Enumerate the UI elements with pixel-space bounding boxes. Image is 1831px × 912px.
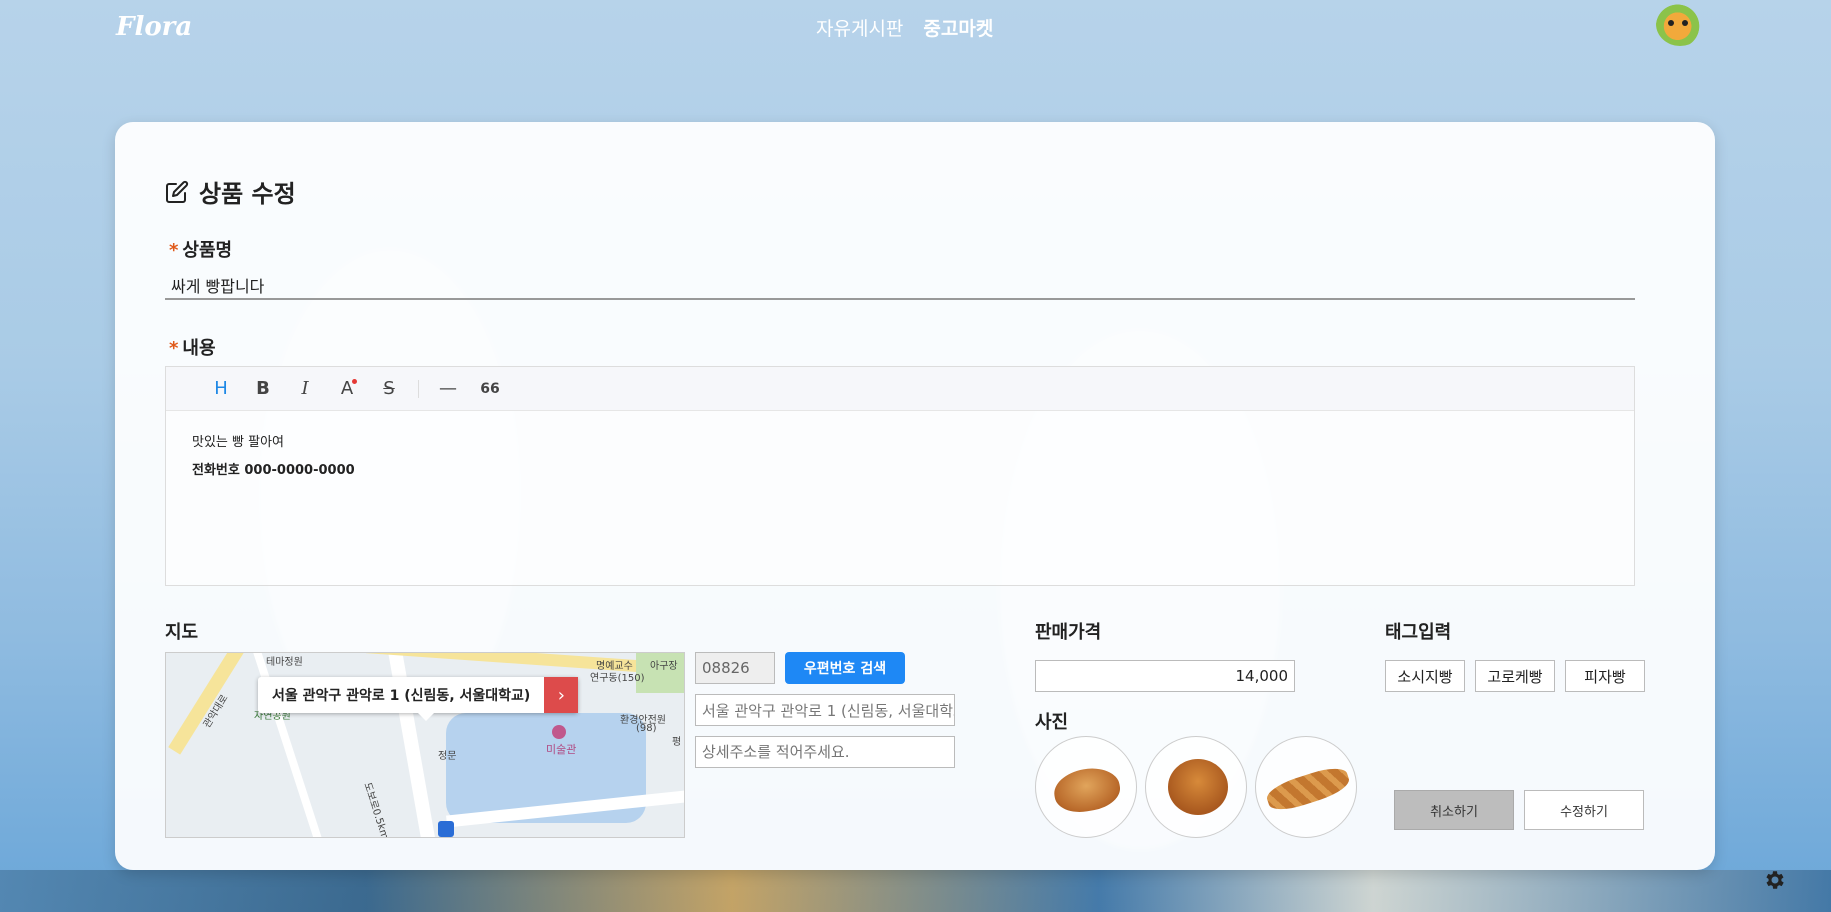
content-line: 맛있는 빵 팔아여 [192, 435, 284, 450]
chevron-right-icon[interactable]: › [544, 677, 579, 713]
main-nav: 자유게시판 중고마켓 [816, 14, 993, 41]
background-photo-strip [0, 870, 1831, 912]
postcode-search-button[interactable]: 우편번호 검색 [785, 652, 905, 684]
postcode-input[interactable] [695, 652, 775, 684]
detail-address-input[interactable] [695, 736, 955, 768]
bread-image [1168, 759, 1228, 815]
product-name-input[interactable] [165, 272, 1635, 300]
price-label: 판매가격 [1035, 622, 1102, 643]
map-place: 평 [672, 737, 682, 748]
horizontal-rule-button[interactable]: — [427, 374, 469, 404]
edit-icon [166, 180, 189, 203]
photo-thumbnail[interactable] [1255, 736, 1357, 838]
nav-item-used-market[interactable]: 중고마켓 [923, 14, 993, 41]
price-input[interactable] [1035, 660, 1295, 692]
font-color-button[interactable]: A [326, 374, 368, 404]
content-label-text: 내용 [182, 338, 216, 359]
user-avatar[interactable] [1656, 2, 1704, 46]
photo-label: 사진 [1035, 712, 1069, 733]
map-place: 테마정원 [266, 657, 303, 668]
tag-input[interactable] [1475, 660, 1555, 692]
blockquote-button[interactable]: 66 [469, 374, 511, 404]
app-logo[interactable]: Flora [116, 12, 192, 42]
heading-button[interactable]: H [200, 374, 242, 404]
strikethrough-button[interactable]: S [368, 374, 410, 404]
gear-icon[interactable] [1762, 868, 1786, 892]
map-place: 연구동(150) [590, 673, 645, 684]
submit-edit-button[interactable]: 수정하기 [1524, 790, 1644, 830]
map-place: 정문 [438, 751, 457, 762]
photo-thumbnail[interactable] [1145, 736, 1247, 838]
tag-list [1385, 660, 1645, 692]
map-address-popup: 서울 관악구 관악로 1 (신림동, 서울대학교) › [258, 677, 579, 721]
tag-input[interactable] [1565, 660, 1645, 692]
map-popup-address: 서울 관악구 관악로 1 (신림동, 서울대학교) [272, 688, 531, 704]
page-title: 상품 수정 [199, 180, 296, 208]
editor-content[interactable]: 맛있는 빵 팔아여 전화번호 000-0000-0000 [166, 411, 1634, 503]
map-place: (98) [636, 723, 657, 734]
content-line: 전화번호 000-0000-0000 [192, 463, 355, 478]
tag-input[interactable] [1385, 660, 1465, 692]
page-title-row: 상품 수정 [165, 174, 296, 209]
required-mark: * [169, 338, 179, 359]
map-place-pin-icon [552, 725, 566, 739]
bus-stop-icon [438, 821, 454, 837]
editor-toolbar: H B I A S — 66 [166, 367, 1634, 411]
tags-label: 태그입력 [1385, 622, 1452, 643]
toolbar-divider [418, 379, 419, 398]
map-place: 아구장 [650, 661, 678, 672]
map-view[interactable]: 테마정원 관악대로 명예교수 연구동(150) 아구장 환경안전원 (98) 미… [165, 652, 685, 838]
bread-image [1263, 762, 1353, 816]
content-label: * 내용 [169, 334, 216, 360]
bold-button[interactable]: B [242, 374, 284, 404]
top-navigation-bar: Flora 자유게시판 중고마켓 [0, 0, 1831, 56]
map-place: 미술관 [546, 743, 577, 756]
map-road [168, 653, 244, 755]
photo-thumbnail[interactable] [1035, 736, 1137, 838]
edit-product-card: 상품 수정 *상품명 *내용 H B I A S — 66 맛있는 빵 팔아여 … [115, 122, 1715, 870]
photo-list [1035, 736, 1357, 838]
map-place: 도보로0.5km [361, 781, 390, 838]
nav-item-free-board[interactable]: 자유게시판 [816, 14, 903, 41]
required-mark: * [169, 240, 179, 261]
color-dot-icon [352, 378, 357, 384]
bread-image [1050, 763, 1124, 817]
cancel-button[interactable]: 취소하기 [1394, 790, 1514, 830]
address-input[interactable] [695, 694, 955, 726]
product-name-label-text: 상품명 [182, 240, 233, 261]
map-label: 지도 [165, 622, 199, 643]
rich-text-editor: H B I A S — 66 맛있는 빵 팔아여 전화번호 000-0000-0… [165, 366, 1635, 586]
italic-button[interactable]: I [284, 374, 326, 404]
product-name-label: * 상품명 [169, 236, 232, 262]
